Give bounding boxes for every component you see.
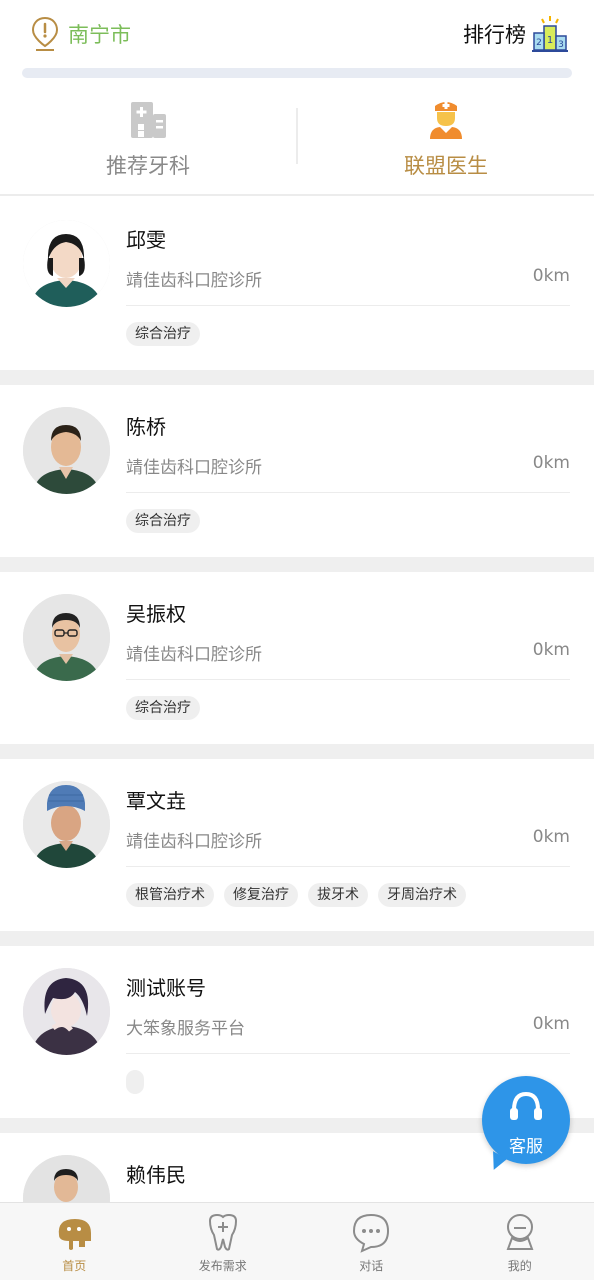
doctor-card[interactable]: 邱雯 靖佳齿科口腔诊所 0km 综合治疗 <box>0 198 594 370</box>
ranking-label: 排行榜 <box>463 23 526 47</box>
doctor-name: 邱雯 <box>126 228 166 252</box>
svg-text:3: 3 <box>558 40 564 50</box>
home-elephant-icon <box>59 1219 92 1250</box>
doctor-name: 赖伟民 <box>126 1163 186 1187</box>
avatar <box>23 968 110 1055</box>
clinic-name: 靖佳齿科口腔诊所 <box>126 645 262 665</box>
nav-post-request[interactable]: 发布需求 <box>149 1203 298 1280</box>
nav-profile[interactable]: 我的 <box>446 1203 594 1280</box>
header-divider-bar <box>22 68 572 78</box>
nav-label: 我的 <box>507 1259 532 1273</box>
headset-icon <box>510 1091 542 1120</box>
podium-icon: 1 2 3 <box>532 16 568 52</box>
specialty-tag: 综合治疗 <box>126 696 200 720</box>
doctor-card[interactable]: 陈桥 靖佳齿科口腔诊所 0km 综合治疗 <box>0 385 594 557</box>
clinic-name: 靖佳齿科口腔诊所 <box>126 832 262 852</box>
tag-list: 综合治疗 <box>126 696 200 720</box>
nav-label: 首页 <box>62 1259 87 1273</box>
tooth-plus-icon <box>208 1213 237 1251</box>
specialty-tag: 综合治疗 <box>126 322 200 346</box>
customer-service-label: 客服 <box>509 1137 543 1157</box>
specialty-tag: 牙周治疗术 <box>378 883 466 907</box>
distance: 0km <box>532 640 570 660</box>
category-tabs: 推荐牙科 联盟医生 <box>0 92 594 196</box>
clinic-name: 靖佳齿科口腔诊所 <box>126 271 262 291</box>
card-separator <box>0 370 594 385</box>
clinic-name: 靖佳齿科口腔诊所 <box>126 458 262 478</box>
doctor-card[interactable]: 吴振权 靖佳齿科口腔诊所 0km 综合治疗 <box>0 572 594 744</box>
doctor-name: 吴振权 <box>126 602 186 626</box>
divider <box>126 305 570 306</box>
specialty-tag: 修复治疗 <box>224 883 298 907</box>
bottom-navigation: 首页 发布需求 对话 我的 <box>0 1202 594 1280</box>
distance: 0km <box>532 827 570 847</box>
tag-list: 综合治疗 <box>126 322 200 346</box>
doctor-name: 测试账号 <box>126 976 206 1000</box>
doctor-name: 覃文垚 <box>126 789 186 813</box>
nav-chat[interactable]: 对话 <box>297 1203 446 1280</box>
tab-recommended-dentists[interactable]: 推荐牙科 <box>0 92 296 194</box>
avatar <box>23 407 110 494</box>
ranking-link[interactable]: 排行榜 1 2 3 <box>463 14 568 54</box>
specialty-tag: 综合治疗 <box>126 509 200 533</box>
card-separator <box>0 931 594 946</box>
location-pin-icon <box>31 16 59 51</box>
card-separator <box>0 557 594 572</box>
tag-list <box>126 1070 144 1094</box>
nav-home[interactable]: 首页 <box>0 1203 149 1280</box>
tag-list: 根管治疗术 修复治疗 拔牙术 牙周治疗术 <box>126 883 466 907</box>
doctor-card[interactable]: 覃文垚 靖佳齿科口腔诊所 0km 根管治疗术 修复治疗 拔牙术 牙周治疗术 <box>0 759 594 931</box>
top-header: 南宁市 排行榜 1 2 3 <box>0 0 594 78</box>
tag-list: 综合治疗 <box>126 509 200 533</box>
distance: 0km <box>532 453 570 473</box>
divider <box>126 1053 570 1054</box>
card-separator <box>0 744 594 759</box>
profile-icon <box>506 1214 534 1250</box>
specialty-tag <box>126 1070 144 1094</box>
doctor-icon <box>430 102 462 139</box>
tab-alliance-doctors[interactable]: 联盟医生 <box>298 92 594 194</box>
nav-label: 发布需求 <box>198 1259 247 1273</box>
avatar <box>23 594 110 681</box>
specialty-tag: 拔牙术 <box>308 883 368 907</box>
city-label: 南宁市 <box>68 23 131 47</box>
app-root: 南宁市 排行榜 1 2 3 推荐牙科 联盟医生 邱雯 靖佳齿科口腔诊所 0km … <box>0 0 594 1280</box>
city-selector[interactable]: 南宁市 <box>30 16 131 52</box>
doctor-name: 陈桥 <box>126 415 166 439</box>
distance: 0km <box>532 266 570 286</box>
avatar <box>23 220 110 307</box>
svg-text:1: 1 <box>547 35 553 46</box>
nav-label: 对话 <box>359 1259 384 1273</box>
chat-icon <box>353 1213 390 1253</box>
divider <box>126 866 570 867</box>
avatar <box>23 781 110 868</box>
svg-text:2: 2 <box>536 38 542 48</box>
distance: 0km <box>532 1014 570 1034</box>
clinic-name: 大笨象服务平台 <box>126 1019 245 1039</box>
divider <box>126 492 570 493</box>
specialty-tag: 根管治疗术 <box>126 883 214 907</box>
customer-service-button[interactable]: 客服 <box>482 1076 570 1164</box>
divider <box>126 679 570 680</box>
tab-label: 推荐牙科 <box>106 154 190 178</box>
hospital-icon <box>131 102 166 138</box>
tab-label: 联盟医生 <box>404 154 488 178</box>
